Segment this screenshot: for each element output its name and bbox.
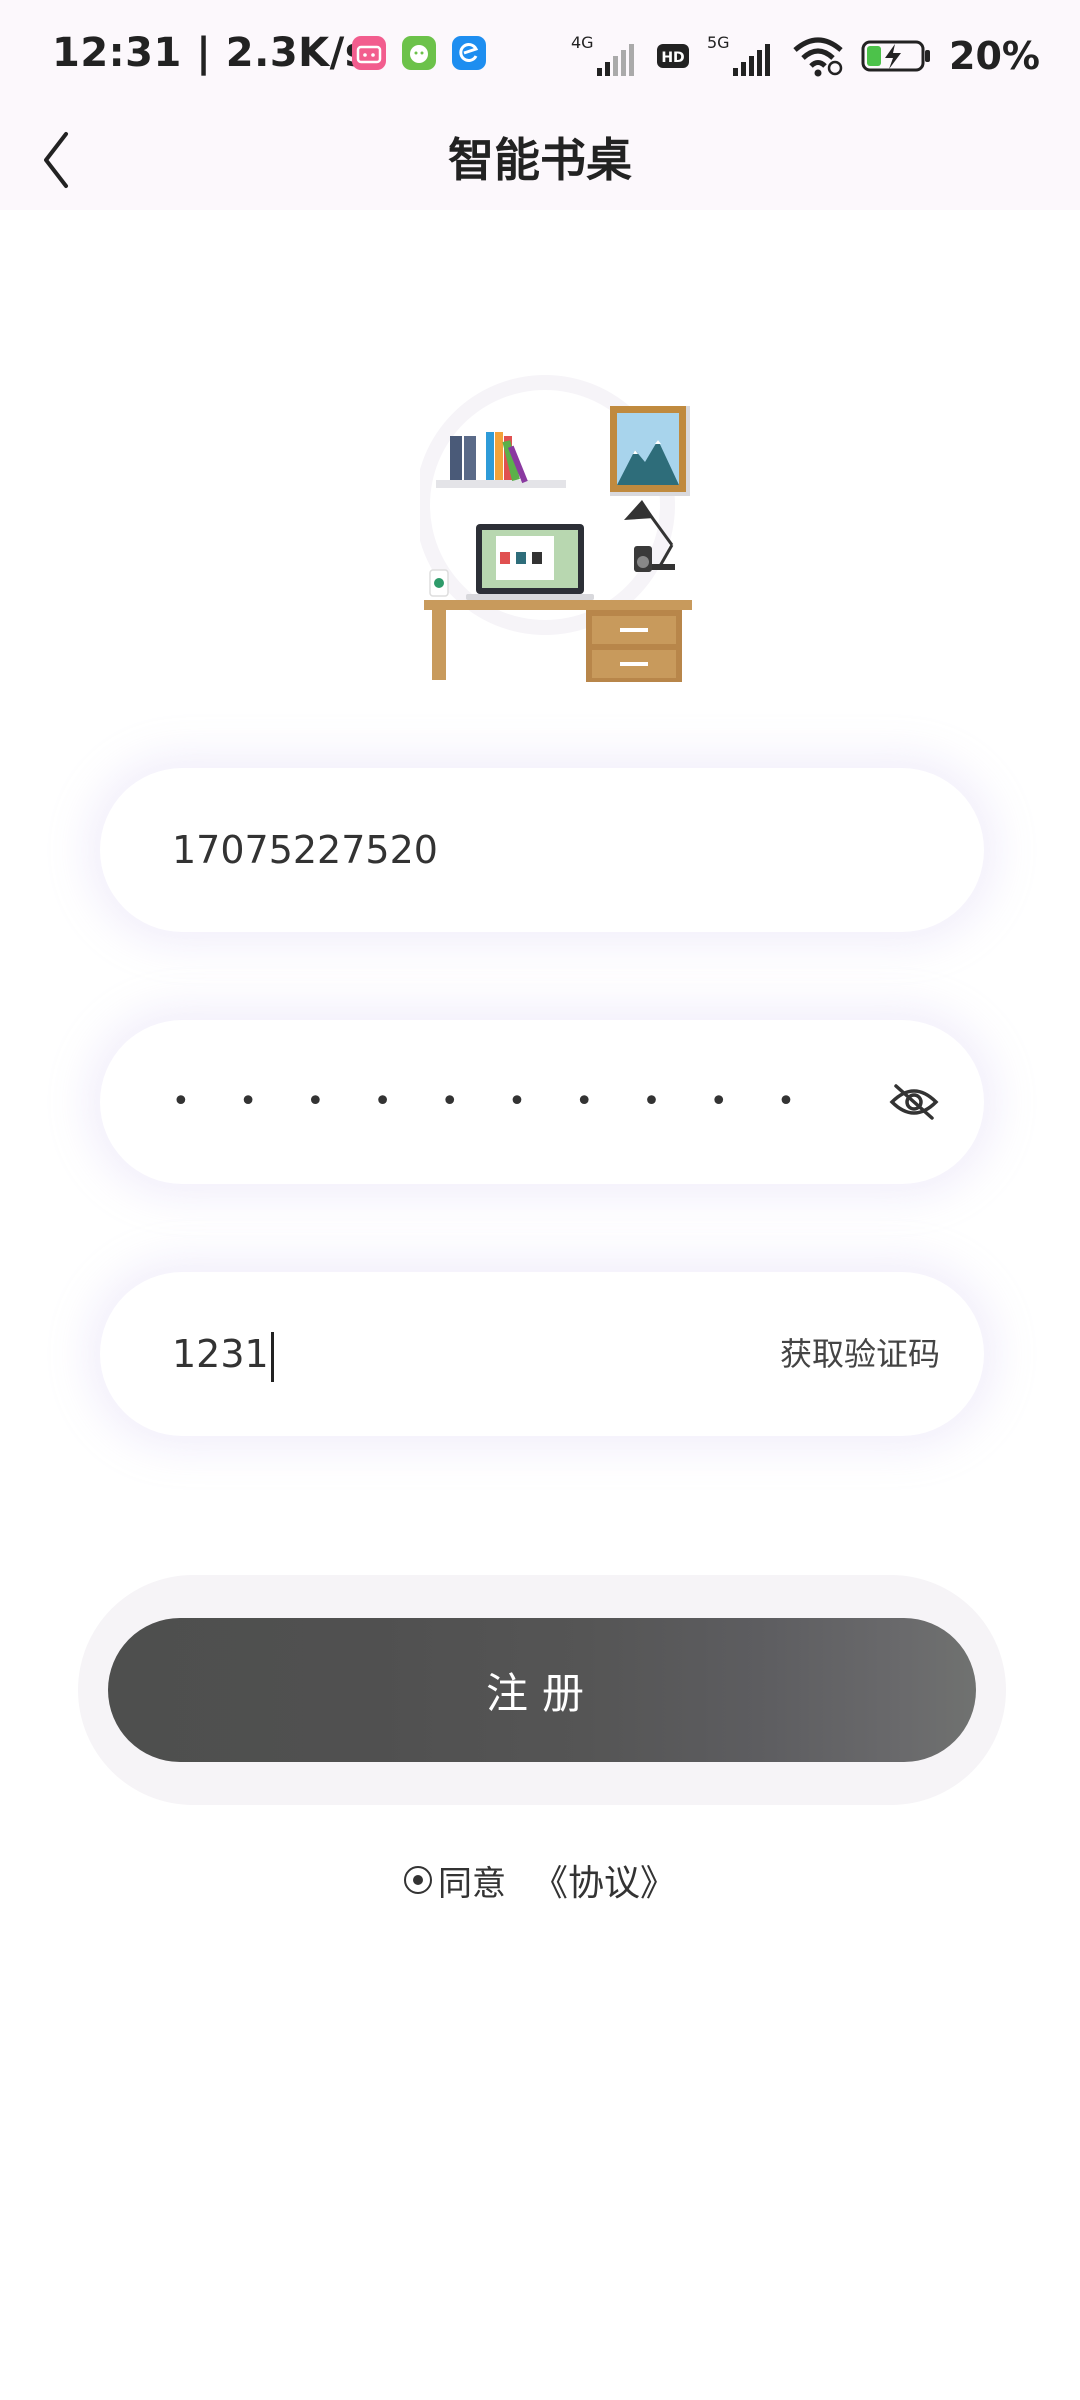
svg-text:HD: HD [661, 50, 684, 66]
status-right-group: 4G HD 5G 20% [571, 28, 1040, 84]
agree-radio[interactable] [403, 1866, 432, 1894]
battery-charging-icon [861, 40, 931, 72]
page-title: 智能书桌 [448, 133, 632, 187]
battery-percent: 20% [949, 34, 1040, 78]
edge-browser-icon [452, 36, 486, 70]
agree-label: 同意 [437, 1863, 506, 1904]
verification-code-field[interactable]: 1231 获取验证码 [100, 1272, 984, 1436]
status-time: 12:31 | 2.3K/s [52, 30, 370, 76]
password-field[interactable]: • • • • • • • • • • [100, 1020, 984, 1184]
text-cursor [270, 1331, 274, 1382]
bilibili-icon [352, 36, 386, 70]
phone-input[interactable]: 17075227520 [172, 768, 438, 932]
get-code-button[interactable]: 获取验证码 [780, 1272, 940, 1436]
app-header: 智能书桌 [0, 110, 1080, 210]
register-button[interactable]: 注册 [108, 1618, 976, 1762]
phone-field[interactable]: 17075227520 [100, 768, 984, 932]
signal-5g-icon: 5G [707, 33, 771, 76]
verification-code-input[interactable]: 1231 [172, 1272, 274, 1436]
register-screen: 12:31 | 2.3K/s 4G HD 5G 20% 智能书桌 1707522… [0, 0, 1080, 2400]
wifi-icon [793, 37, 843, 77]
password-visibility-toggle[interactable] [884, 1072, 944, 1132]
signal-4g-icon: 4G [571, 33, 635, 76]
code-value: 1231 [172, 1332, 269, 1376]
desk-illustration [420, 375, 692, 682]
eye-off-icon [889, 1084, 939, 1120]
status-bar: 12:31 | 2.3K/s 4G HD 5G 20% [0, 0, 1080, 110]
hd-badge-icon: HD [657, 44, 690, 68]
agreement-row: 同意 《协议》 [0, 1850, 1080, 1910]
radio-dot [412, 1875, 423, 1885]
svg-text:4G: 4G [571, 33, 594, 52]
password-input[interactable]: • • • • • • • • • • [172, 1020, 815, 1184]
wechat-pet-icon [402, 36, 436, 70]
svg-text:5G: 5G [707, 33, 730, 52]
protocol-link[interactable]: 《协议》 [532, 1854, 676, 1906]
